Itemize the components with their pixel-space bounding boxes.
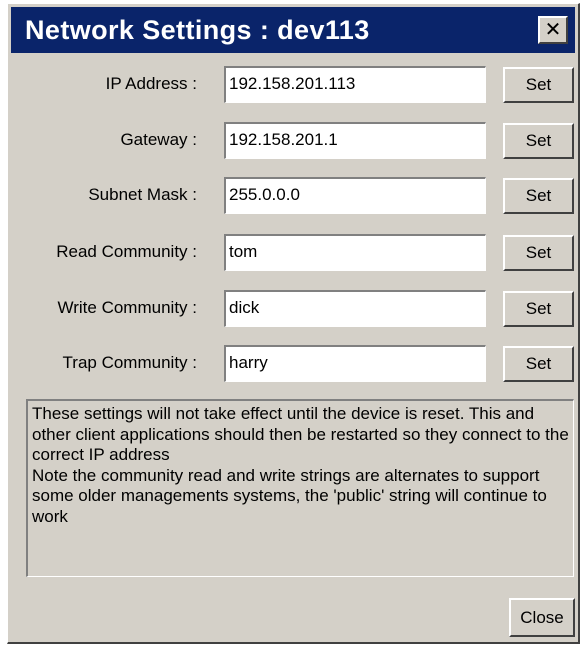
title-bar[interactable]: Network Settings : dev113 ✕: [11, 7, 575, 53]
read-community-row: Read Community : tom Set: [8, 233, 578, 273]
set-gateway-button[interactable]: Set: [503, 123, 574, 159]
trap-community-row: Trap Community : harry Set: [8, 344, 578, 384]
set-subnet-mask-button[interactable]: Set: [503, 178, 574, 214]
subnet-mask-input[interactable]: 255.0.0.0: [224, 177, 486, 214]
write-community-row: Write Community : dick Set: [8, 289, 578, 329]
trap-community-input[interactable]: harry: [224, 345, 486, 382]
ip-address-input[interactable]: 192.158.201.113: [224, 66, 486, 103]
notes-community-text: Note the community read and write string…: [32, 465, 547, 526]
gateway-label: Gateway :: [120, 130, 197, 149]
notes-panel: These settings will not take effect unti…: [26, 399, 574, 577]
gateway-row: Gateway : 192.158.201.1 Set: [8, 121, 578, 161]
write-community-input[interactable]: dick: [224, 290, 486, 327]
gateway-input[interactable]: 192.158.201.1: [224, 122, 486, 159]
ip-address-label: IP Address :: [105, 74, 197, 93]
ip-address-row: IP Address : 192.158.201.113 Set: [8, 65, 578, 105]
write-community-label: Write Community :: [57, 298, 198, 317]
subnet-mask-row: Subnet Mask : 255.0.0.0 Set: [8, 176, 578, 216]
notes-reset-text: These settings will not take effect unti…: [32, 404, 569, 464]
dialog-title: Network Settings : dev113: [25, 15, 370, 45]
set-trap-community-button[interactable]: Set: [503, 346, 574, 382]
read-community-label: Read Community :: [56, 242, 197, 261]
set-ip-address-button[interactable]: Set: [503, 67, 574, 103]
network-settings-dialog: Network Settings : dev113 ✕ IP Address :…: [7, 3, 580, 644]
close-button[interactable]: Close: [509, 598, 575, 637]
set-write-community-button[interactable]: Set: [503, 291, 574, 327]
read-community-input[interactable]: tom: [224, 234, 486, 271]
subnet-mask-label: Subnet Mask :: [88, 185, 197, 204]
close-icon[interactable]: ✕: [538, 16, 568, 44]
trap-community-label: Trap Community :: [62, 353, 197, 372]
set-read-community-button[interactable]: Set: [503, 235, 574, 271]
